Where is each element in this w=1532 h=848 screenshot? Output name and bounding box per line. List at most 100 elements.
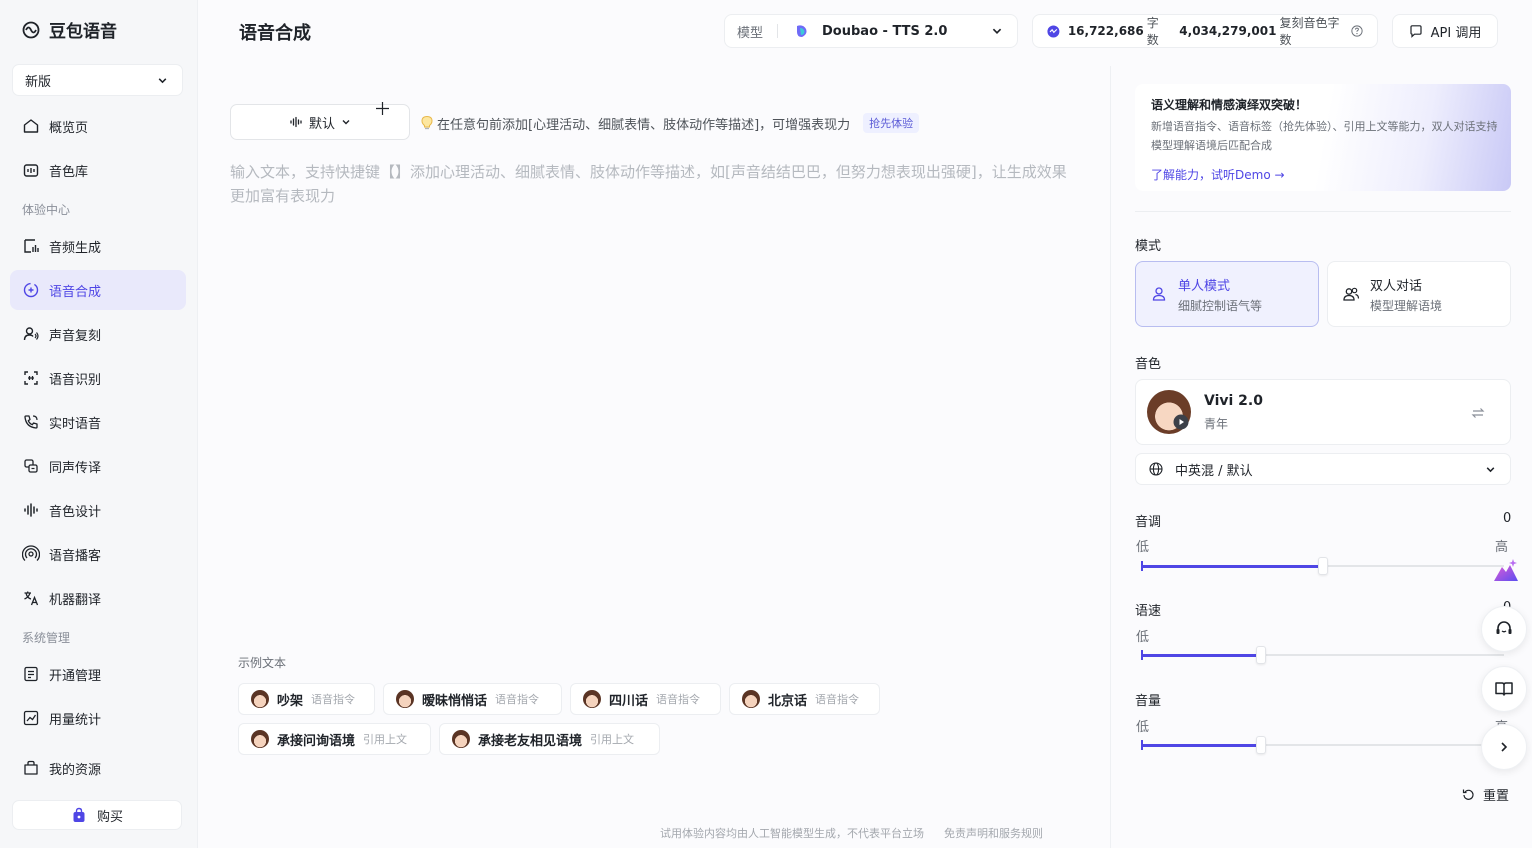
user-icon	[1152, 287, 1166, 301]
sidebar-item-voice-design[interactable]: 音色设计	[10, 490, 186, 530]
footer: 试用体验内容均由人工智能模型生成，不代表平台立场 免责声明和服务规则	[660, 825, 1043, 841]
interpretation-icon	[24, 459, 38, 473]
sidebar-item-label: 语音识别	[49, 372, 102, 388]
mode-sub: 细腻控制语气等	[1178, 298, 1263, 313]
ai-assistant-button[interactable]	[1488, 552, 1524, 588]
speed-fill	[1142, 653, 1262, 657]
example-title: 暧昧悄悄话	[422, 693, 488, 709]
sidebar-item-interpret[interactable]: 同声传译	[10, 446, 186, 486]
sidebar-item-translate[interactable]: 机器翻译	[10, 578, 186, 618]
support-button[interactable]	[1481, 606, 1527, 652]
voice-library-icon	[23, 164, 39, 177]
chevron-right-icon	[1501, 742, 1508, 752]
avatar	[583, 690, 601, 708]
api-button[interactable]: API 调用	[1392, 14, 1498, 48]
example-chip[interactable]: 四川话 语音指令	[570, 683, 721, 715]
example-tag: 语音指令	[311, 693, 356, 706]
app-name: 豆包语音	[49, 22, 117, 42]
api-chat-icon	[1410, 25, 1422, 38]
text-input[interactable]: 输入文本，支持快捷键【】添加心理活动、细腻表情、肢体动作等描述，如[声音结结巴巴…	[230, 160, 1080, 208]
sidebar-item-realtime[interactable]: 实时语音	[10, 402, 186, 442]
expand-button[interactable]	[1481, 724, 1527, 770]
example-chip[interactable]: 承接老友相见语境 引用上文	[439, 723, 660, 755]
sidebar-item-resources[interactable]: 我的资源	[10, 748, 186, 788]
home-icon	[23, 119, 39, 133]
mode-title: 双人对话	[1370, 278, 1423, 294]
sidebar-item-overview[interactable]: 概览页	[10, 106, 186, 146]
pitch-fill	[1142, 564, 1323, 568]
speed-low: 低	[1136, 630, 1150, 645]
pitch-label: 音调	[1135, 515, 1162, 530]
tts-icon	[23, 282, 39, 298]
sidebar-item-billing[interactable]: 开通管理	[10, 654, 186, 694]
api-label: API 调用	[1430, 25, 1482, 41]
page-title: 语音合成	[239, 23, 311, 44]
pitch-thumb[interactable]	[1318, 557, 1328, 575]
pitch-start-tick	[1141, 561, 1143, 571]
sidebar-item-usage[interactable]: 用量统计	[10, 698, 186, 738]
sidebar-item-label: 概览页	[49, 120, 89, 136]
sidebar-item-audio-gen[interactable]: 音频生成	[10, 226, 186, 266]
podcast-icon	[22, 545, 40, 561]
buy-button[interactable]: 购买	[12, 800, 182, 830]
avatar	[452, 730, 470, 748]
volume-thumb[interactable]	[1256, 736, 1267, 754]
resources-icon	[24, 760, 38, 775]
footer-disclaimer: 试用体验内容均由人工智能模型生成，不代表平台立场	[660, 827, 924, 840]
play-icon[interactable]	[1173, 414, 1189, 430]
feature-banner: 语义理解和情感演绎双突破！ 新增语音指令、语音标签（抢先体验）、引用上文等能力，…	[1135, 84, 1511, 191]
sparkle-mountain-icon	[1494, 559, 1518, 581]
headset-icon	[1496, 621, 1512, 634]
speed-slider[interactable]	[1141, 646, 1504, 664]
pitch-value: 0	[1503, 511, 1512, 526]
language-select[interactable]: 中英混 / 默认	[1135, 453, 1511, 485]
example-chip[interactable]: 承接问询语境 引用上文	[238, 723, 431, 755]
model-value: Doubao - TTS 2.0	[822, 23, 948, 39]
mode-dialog[interactable]: 双人对话 模型理解语境	[1327, 261, 1511, 327]
mode-single[interactable]: 单人模式 细腻控制语气等	[1135, 261, 1319, 327]
help-icon[interactable]	[1351, 24, 1363, 38]
footer-link[interactable]: 免责声明和服务规则	[944, 825, 1043, 841]
model-select[interactable]: 模型 Doubao - TTS 2.0	[724, 14, 1018, 48]
sidebar-item-asr[interactable]: 语音识别	[10, 358, 186, 398]
speed-thumb[interactable]	[1256, 646, 1267, 664]
banner-link[interactable]: 了解能力，试听Demo →	[1151, 166, 1285, 183]
sidebar-item-label: 同声传译	[49, 460, 102, 476]
avatar	[742, 690, 760, 708]
phone-wave-icon	[24, 415, 38, 429]
swap-icon[interactable]	[1471, 407, 1485, 419]
hint-text: 在任意句前添加[心理活动、细腻表情、肢体动作等描述]，可增强表现力	[437, 117, 851, 133]
reset-button[interactable]: 重置	[1462, 785, 1509, 804]
pitch-low: 低	[1136, 540, 1150, 555]
example-chip[interactable]: 吵架 语音指令	[238, 683, 375, 715]
billing-icon	[24, 666, 38, 682]
sidebar-item-label: 声音复刻	[49, 328, 102, 344]
chevron-down-icon	[1486, 466, 1495, 472]
voice-label: 音色	[1135, 357, 1162, 372]
sidebar-item-voices[interactable]: 音色库	[10, 150, 186, 190]
sidebar-item-clone[interactable]: 声音复刻	[10, 314, 186, 354]
version-select[interactable]: 新版	[12, 64, 183, 96]
pitch-slider[interactable]	[1141, 557, 1504, 575]
voice-card[interactable]: Vivi 2.0 青年	[1135, 379, 1511, 445]
doubao-logo-icon	[797, 25, 807, 37]
app-logo[interactable]: 豆包语音	[22, 17, 117, 42]
chart-icon	[23, 710, 39, 726]
sidebar-item-label: 语音播客	[49, 548, 102, 564]
volume-low: 低	[1136, 720, 1150, 735]
sidebar-item-label: 我的资源	[49, 762, 102, 778]
sidebar-item-tts[interactable]: 语音合成	[10, 270, 186, 310]
example-chip[interactable]: 暧昧悄悄话 语音指令	[383, 683, 562, 715]
example-chip[interactable]: 北京话 语音指令	[729, 683, 880, 715]
sidebar-item-podcast[interactable]: 语音播客	[10, 534, 186, 574]
volume-slider[interactable]	[1141, 736, 1504, 754]
avatar	[251, 690, 269, 708]
docs-button[interactable]	[1481, 666, 1527, 712]
book-icon	[1495, 682, 1513, 696]
expression-hint: 在任意句前添加[心理活动、细腻表情、肢体动作等描述]，可增强表现力 抢先体验	[420, 113, 920, 133]
chevron-down-icon	[158, 77, 167, 83]
users-icon	[1343, 287, 1360, 301]
speed-start-tick	[1141, 650, 1143, 660]
volume-start-tick	[1141, 740, 1143, 750]
voice-tag: 青年	[1204, 417, 1229, 431]
